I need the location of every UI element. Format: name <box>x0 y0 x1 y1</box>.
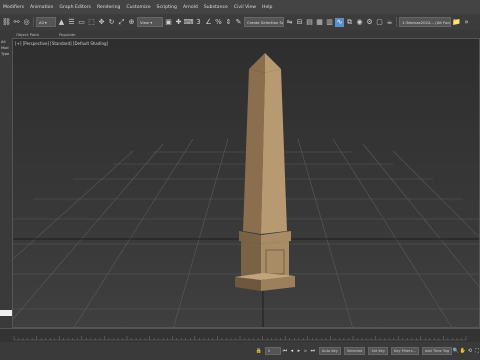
select-manipulate-icon[interactable]: ✚ <box>174 18 183 27</box>
timeline[interactable] <box>0 328 480 343</box>
toolbar-divider <box>396 17 397 27</box>
ribbon-object-paint[interactable]: Object Paint <box>16 32 39 37</box>
selection-filter-dropdown[interactable]: All ▾ <box>36 17 56 27</box>
project-folder-icon[interactable]: 📁 <box>452 18 461 27</box>
play-icon[interactable]: ▸ <box>296 348 302 354</box>
viewport-label[interactable]: [+] [Perspective] [Standard] [Default Sh… <box>15 41 108 46</box>
obelisk-pedestal-left <box>241 241 261 279</box>
perspective-viewport[interactable]: [+] [Perspective] [Standard] [Default Sh… <box>12 38 480 328</box>
grid-line <box>362 143 479 288</box>
grid-line <box>173 138 229 327</box>
menu-help[interactable]: Help <box>259 5 275 10</box>
mirror-icon[interactable]: ⇋ <box>285 18 294 27</box>
status-bar: 🔒 0 ⏮ ◂ ▸ ▹ ⏭ Auto Key Selected Set Key … <box>0 342 480 360</box>
menu-substance[interactable]: Substance <box>201 5 231 10</box>
lock-icon[interactable]: 🔒 <box>256 348 262 354</box>
menu-customize[interactable]: Customize <box>123 5 153 10</box>
grid-line <box>392 150 479 238</box>
menu-graph-editors[interactable]: Graph Editors <box>56 5 94 10</box>
move-icon[interactable]: ✥ <box>97 18 106 27</box>
grid-line <box>13 143 164 320</box>
ribbon-populate[interactable]: Populate <box>59 32 76 37</box>
keyboard-shortcut-icon[interactable]: ⌨ <box>183 18 193 27</box>
window-crossing-icon[interactable]: ⬚ <box>87 18 96 27</box>
percent-snap-icon[interactable]: % <box>214 18 223 27</box>
angle-snap-icon[interactable]: ∠ <box>204 18 213 27</box>
menu-civil-view[interactable]: Civil View <box>231 5 259 10</box>
key-filters-button[interactable]: Key Filters... <box>391 347 419 355</box>
frame-counter[interactable]: 0 <box>264 347 281 355</box>
rotate-icon[interactable]: ↻ <box>107 18 116 27</box>
rendered-frame-icon[interactable]: ▢ <box>375 18 384 27</box>
curve-editor-icon[interactable]: ∿ <box>335 17 344 27</box>
layer-explorer-icon[interactable]: ▦ <box>315 18 324 27</box>
reference-coordinate-dropdown[interactable]: View ▾ <box>137 17 163 27</box>
select-icon[interactable]: ▲ <box>57 18 66 27</box>
overflow-icon[interactable]: » <box>462 18 471 27</box>
render-setup-icon[interactable]: ⚙ <box>365 18 374 27</box>
auto-key-button[interactable]: Auto Key <box>318 347 341 355</box>
selection-set-input[interactable]: Create Selection Set <box>244 17 284 27</box>
explorer-label-all[interactable]: All <box>1 40 11 44</box>
render-icon[interactable]: ☕ <box>385 18 394 27</box>
grid-line <box>13 150 134 260</box>
orbit-icon[interactable]: ⟲ <box>467 348 473 354</box>
add-time-tag-button[interactable]: Add Time Tag <box>421 347 452 355</box>
next-frame-icon[interactable]: ▹ <box>303 348 309 354</box>
snap-toggle-icon[interactable]: 3 <box>194 18 203 27</box>
unlink-icon[interactable]: ⚯ <box>12 18 21 27</box>
obelisk-shaft-right <box>261 69 287 234</box>
main-toolbar: ⛓ ⚯ ◎ All ▾ ▲ ☰ ▭ ⬚ ✥ ↻ ⤢ ⊕ View ▾ ▣ ✚ ⌨… <box>0 14 480 30</box>
explorer-search-box[interactable] <box>0 310 12 316</box>
schematic-view-icon[interactable]: ⧉ <box>345 18 354 27</box>
go-to-end-icon[interactable]: ⏭ <box>310 348 316 354</box>
go-to-start-icon[interactable]: ⏮ <box>282 348 288 354</box>
set-key-button[interactable]: Set Key <box>368 347 389 355</box>
menu-animation[interactable]: Animation <box>27 5 56 10</box>
ribbon-toggle-icon[interactable]: ▥ <box>325 18 334 27</box>
select-by-name-icon[interactable]: ☰ <box>67 18 76 27</box>
pivot-icon[interactable]: ▣ <box>164 18 173 27</box>
timeline-ticks <box>13 336 467 340</box>
spinner-snap-icon[interactable]: ⇕ <box>224 18 233 27</box>
link-icon[interactable]: ⛓ <box>2 18 11 27</box>
menu-arnold[interactable]: Arnold <box>180 5 201 10</box>
grid-line <box>332 138 453 327</box>
place-icon[interactable]: ⊕ <box>127 18 136 27</box>
grid-line <box>297 138 353 327</box>
menu-scripting[interactable]: Scripting <box>154 5 180 10</box>
bind-icon[interactable]: ◎ <box>22 18 31 27</box>
maximize-viewport-icon[interactable]: ⛶ <box>474 348 480 354</box>
menu-modifiers[interactable]: Modifiers <box>0 5 27 10</box>
obelisk-model[interactable] <box>235 53 295 291</box>
menu-bar: Modifiers Animation Graph Editors Render… <box>0 0 480 14</box>
explorer-label-mod[interactable]: Mod <box>1 46 11 50</box>
zoom-icon[interactable]: 🔍 <box>453 348 459 354</box>
explorer-label-type[interactable]: Type <box>1 52 11 56</box>
viewport-scene <box>13 53 479 327</box>
workspace-dropdown[interactable]: 1:3dsmax2024... (Alt Font 2022) <box>399 17 451 27</box>
material-editor-icon[interactable]: ◉ <box>355 18 364 27</box>
align-icon[interactable]: ⊟ <box>295 18 304 27</box>
menu-rendering[interactable]: Rendering <box>94 5 123 10</box>
grid-line <box>73 138 194 327</box>
toolbar-divider <box>33 17 34 27</box>
rect-select-icon[interactable]: ▭ <box>77 18 86 27</box>
toggle-scene-explorer-icon[interactable]: ▤ <box>305 18 314 27</box>
ribbon-bar: Object Paint Populate <box>0 30 480 38</box>
selected-dropdown[interactable]: Selected <box>343 347 366 355</box>
edit-named-selection-icon[interactable]: ✎ <box>234 18 243 27</box>
pan-icon[interactable]: ✋ <box>460 348 466 354</box>
previous-frame-icon[interactable]: ◂ <box>289 348 295 354</box>
scale-icon[interactable]: ⤢ <box>117 18 126 27</box>
